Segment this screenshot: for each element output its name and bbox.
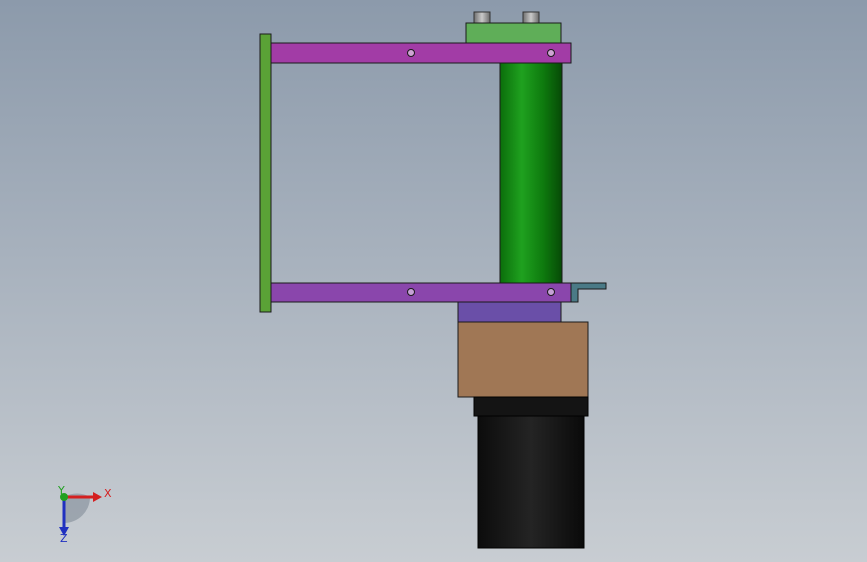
cad-model-view[interactable]: X Y Z: [0, 0, 867, 562]
x-axis-label: X: [104, 487, 112, 500]
top-bar[interactable]: [270, 42, 572, 64]
bottom-bar-hole-right: [547, 288, 555, 296]
x-axis-arrowhead: [93, 492, 102, 502]
left-plate[interactable]: [259, 33, 272, 313]
top-screw-left[interactable]: [473, 11, 491, 24]
motor-flange[interactable]: [473, 396, 589, 417]
gearbox[interactable]: [457, 321, 589, 398]
graphics-viewport[interactable]: X Y Z: [0, 0, 867, 562]
top-bar-hole-right: [547, 49, 555, 57]
y-axis-label: Y: [57, 484, 65, 497]
top-screw-right[interactable]: [522, 11, 540, 24]
side-bracket[interactable]: [570, 282, 607, 303]
top-block[interactable]: [465, 22, 562, 45]
motor-body[interactable]: [477, 415, 585, 549]
reference-triad: X Y Z: [57, 484, 112, 545]
cylinder[interactable]: [499, 62, 563, 285]
bottom-bar[interactable]: [270, 282, 572, 303]
top-bar-hole-left: [407, 49, 415, 57]
adapter-plate[interactable]: [457, 301, 562, 323]
z-axis-label: Z: [60, 532, 68, 545]
bottom-bar-hole-left: [407, 288, 415, 296]
